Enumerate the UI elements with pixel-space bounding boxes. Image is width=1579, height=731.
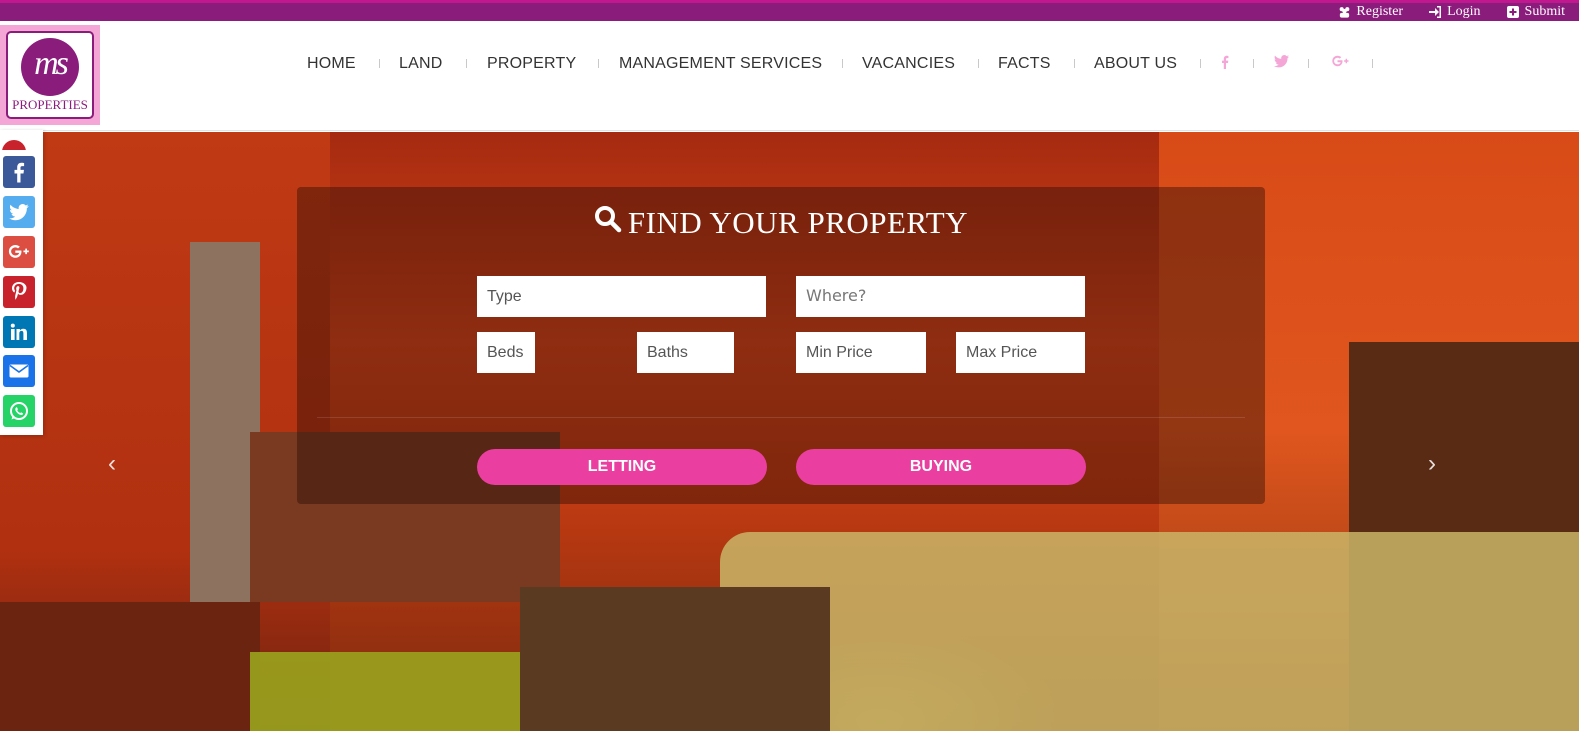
submit-label: Submit xyxy=(1524,4,1565,19)
min-price-input[interactable] xyxy=(796,332,926,373)
hero-image-sofa xyxy=(720,532,1579,731)
carousel-next-arrow[interactable]: › xyxy=(1428,450,1436,478)
letting-button[interactable]: LETTING xyxy=(477,449,767,485)
nav-facts[interactable]: FACTS xyxy=(998,55,1051,73)
share-whatsapp-icon[interactable] xyxy=(3,395,35,427)
property-search-panel: FIND YOUR PROPERTY LETTING BUYING xyxy=(297,187,1265,504)
users-icon xyxy=(1338,6,1351,19)
submit-link[interactable]: Submit xyxy=(1507,4,1565,20)
share-facebook-icon[interactable] xyxy=(3,156,35,188)
twitter-icon[interactable] xyxy=(1274,55,1289,72)
facebook-icon[interactable] xyxy=(1221,55,1229,73)
plus-square-icon xyxy=(1507,6,1520,19)
hero-image-floor xyxy=(0,602,260,731)
search-title: FIND YOUR PROPERTY xyxy=(297,205,1265,241)
hero-image-table xyxy=(520,587,830,731)
share-pinterest-icon[interactable] xyxy=(3,276,35,308)
login-label: Login xyxy=(1447,4,1481,19)
nav-separator xyxy=(379,59,380,68)
baths-input[interactable] xyxy=(637,332,734,373)
sign-in-icon xyxy=(1429,6,1442,19)
google-plus-icon[interactable] xyxy=(1332,55,1349,72)
nav-vacancies[interactable]: VACANCIES xyxy=(862,55,955,73)
top-utility-bar: Register Login Submit xyxy=(0,0,1579,21)
where-input[interactable] xyxy=(796,276,1085,317)
nav-property[interactable]: PROPERTY xyxy=(487,55,576,73)
nav-separator xyxy=(842,59,843,68)
share-twitter-icon[interactable] xyxy=(3,196,35,228)
beds-input[interactable] xyxy=(477,332,535,373)
nav-home[interactable]: HOME xyxy=(307,55,356,73)
register-link[interactable]: Register xyxy=(1338,4,1403,20)
search-title-text: FIND YOUR PROPERTY xyxy=(627,205,969,240)
site-header: ms PROPERTIES HOME LAND PROPERTY MANAGEM… xyxy=(0,21,1579,131)
nav-separator xyxy=(466,59,467,68)
nav-about-us[interactable]: ABOUT US xyxy=(1094,55,1177,73)
account-links: Register Login Submit xyxy=(1338,3,1565,21)
max-price-input[interactable] xyxy=(956,332,1085,373)
share-linkedin-icon[interactable] xyxy=(3,316,35,348)
nav-separator xyxy=(1308,59,1309,68)
share-google-plus-icon[interactable] xyxy=(3,236,35,268)
main-nav: HOME LAND PROPERTY MANAGEMENT SERVICES V… xyxy=(0,21,1400,105)
carousel-prev-arrow[interactable]: ‹ xyxy=(108,450,116,478)
nav-management-services[interactable]: MANAGEMENT SERVICES xyxy=(619,55,822,73)
panel-divider xyxy=(317,417,1245,418)
pinterest-peek-icon xyxy=(0,130,32,150)
nav-separator xyxy=(1253,59,1254,68)
type-input[interactable] xyxy=(477,276,766,317)
register-label: Register xyxy=(1356,4,1404,19)
social-share-bar xyxy=(0,130,43,435)
nav-separator xyxy=(1200,59,1201,68)
login-link[interactable]: Login xyxy=(1429,4,1481,20)
nav-separator xyxy=(598,59,599,68)
share-email-icon[interactable] xyxy=(3,355,35,387)
search-icon xyxy=(594,205,622,241)
buying-button[interactable]: BUYING xyxy=(796,449,1086,485)
nav-land[interactable]: LAND xyxy=(399,55,442,73)
nav-separator xyxy=(1372,59,1373,68)
nav-separator xyxy=(978,59,979,68)
nav-separator xyxy=(1074,59,1075,68)
